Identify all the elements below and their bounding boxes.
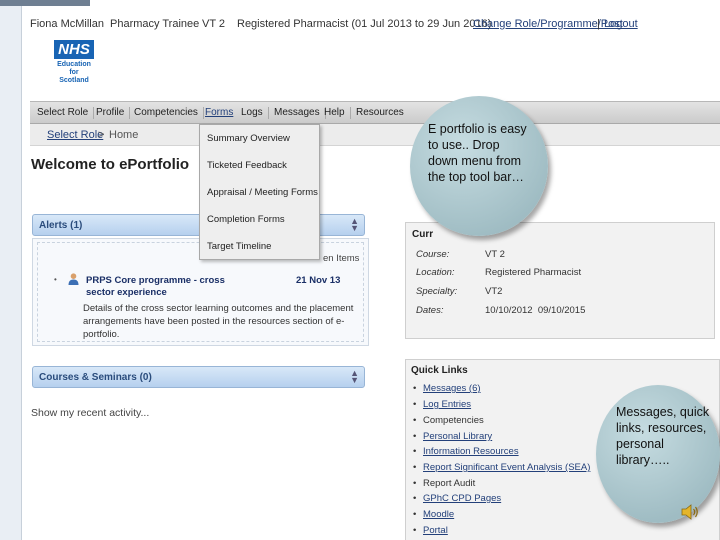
quick-link-report-sea[interactable]: Report Significant Event Analysis (SEA) xyxy=(423,462,590,473)
menu-item-target-timeline[interactable]: Target Timeline xyxy=(207,241,271,252)
annotation-text-bottom: Messages, quick links, resources, person… xyxy=(616,405,710,467)
detail-label: Location: xyxy=(416,267,455,278)
detail-value: VT2 xyxy=(485,286,503,297)
menu-item-ticketed-feedback[interactable]: Ticketed Feedback xyxy=(207,160,287,171)
quick-link-item[interactable]: • Messages (6) xyxy=(413,383,481,394)
detail-label: Course: xyxy=(416,249,450,260)
breadcrumb-home: Home xyxy=(109,129,139,141)
alert-bullet: • xyxy=(54,275,57,284)
courses-panel-header[interactable]: Courses & Seminars (0) ▲ ▼ xyxy=(32,366,365,388)
user-name: Fiona McMillan xyxy=(30,18,104,30)
quick-link-item[interactable]: • Moodle xyxy=(413,509,454,520)
speaker-icon[interactable] xyxy=(680,502,700,522)
nav-forms[interactable]: Forms xyxy=(205,107,238,119)
userbar-separator: | xyxy=(597,18,600,30)
quick-link-item[interactable]: • GPhC CPD Pages xyxy=(413,493,501,504)
annotation-text-top: E portfolio is easy to use.. Drop down m… xyxy=(428,122,527,184)
courses-header-label: Courses & Seminars (0) xyxy=(39,372,152,383)
quick-link-item[interactable]: • Portal xyxy=(413,525,448,536)
logo-line-1: Education xyxy=(57,61,91,68)
quick-link-portal[interactable]: Portal xyxy=(423,525,448,536)
breadcrumb: Select Role > Home xyxy=(30,124,720,146)
quick-link-item[interactable]: • Information Resources xyxy=(413,446,519,457)
nav-resources[interactable]: Resources xyxy=(356,107,409,119)
forms-dropdown-menu: Summary Overview Ticketed Feedback Appra… xyxy=(199,124,320,260)
user-programme: VT 2 xyxy=(202,18,226,30)
logout-link[interactable]: Logout xyxy=(604,18,638,30)
quick-link-item[interactable]: • Log Entries xyxy=(413,399,471,410)
show-recent-activity-link[interactable]: Show my recent activity... xyxy=(31,407,149,419)
menu-item-completion-forms[interactable]: Completion Forms xyxy=(207,214,285,225)
current-details-panel: Curr Course: VT 2 Location: Registered P… xyxy=(405,222,715,339)
window-title-fragment xyxy=(0,0,90,6)
nav-select-role[interactable]: Select Role xyxy=(37,107,95,119)
logo-line-2: for xyxy=(69,69,79,76)
quick-link-messages[interactable]: Messages (6) xyxy=(423,383,481,394)
quick-link-item[interactable]: • Report Audit xyxy=(413,478,475,489)
collapse-chevron-icon[interactable]: ▲ ▼ xyxy=(350,369,359,385)
quick-link-log-entries[interactable]: Log Entries xyxy=(423,399,471,410)
nav-messages[interactable]: Messages xyxy=(274,107,326,119)
hidden-items-link[interactable]: en Items xyxy=(323,253,359,264)
user-registration: Registered Pharmacist (01 Jul 2013 to 29… xyxy=(237,18,492,30)
detail-label: Dates: xyxy=(416,305,444,316)
quick-link-item[interactable]: • Personal Library xyxy=(413,431,492,442)
user-avatar-icon xyxy=(68,273,79,285)
detail-value: 10/10/2012 09/10/2015 xyxy=(485,305,586,316)
alerts-header-label: Alerts (1) xyxy=(39,220,83,231)
quick-link-personal-library[interactable]: Personal Library xyxy=(423,431,492,442)
quick-link-item[interactable]: • Report Significant Event Analysis (SEA) xyxy=(413,462,590,473)
detail-label: Specialty: xyxy=(416,286,458,297)
change-role-link[interactable]: Change Role/Programme/Post xyxy=(473,18,623,30)
nhs-logo-mark: NHS xyxy=(54,40,94,59)
window-left-edge xyxy=(0,0,22,540)
quick-link-information-resources[interactable]: Information Resources xyxy=(423,446,519,457)
quick-link-item[interactable]: • Competencies xyxy=(413,415,484,426)
user-role: Pharmacy Trainee xyxy=(110,18,200,30)
quick-link-moodle[interactable]: Moodle xyxy=(423,509,454,520)
user-bar: Fiona McMillan Pharmacy Trainee VT 2 Reg… xyxy=(30,16,710,34)
page-title: Welcome to ePortfolio xyxy=(31,156,190,173)
nav-help[interactable]: Help xyxy=(324,107,351,119)
menu-item-summary-overview[interactable]: Summary Overview xyxy=(207,133,290,144)
breadcrumb-separator: > xyxy=(98,129,105,141)
alert-title[interactable]: PRPS Core programme - cross sector exper… xyxy=(86,275,246,299)
alert-date: 21 Nov 13 xyxy=(296,275,341,286)
current-details-title: Curr xyxy=(412,229,434,240)
alert-body: Details of the cross sector learning out… xyxy=(83,303,354,340)
main-nav-bar: Select Role Profile Competencies Forms L… xyxy=(30,101,720,124)
breadcrumb-select-role[interactable]: Select Role xyxy=(47,129,103,141)
quick-link-competencies[interactable]: Competencies xyxy=(423,415,484,426)
collapse-chevron-icon[interactable]: ▲ ▼ xyxy=(350,217,359,233)
logo-line-3: Scotland xyxy=(59,77,89,84)
quick-link-gphc-cpd[interactable]: GPhC CPD Pages xyxy=(423,493,501,504)
nav-profile[interactable]: Profile xyxy=(96,107,131,119)
nav-competencies[interactable]: Competencies xyxy=(134,107,204,119)
quick-link-report-audit[interactable]: Report Audit xyxy=(423,478,475,489)
quick-links-title: Quick Links xyxy=(411,365,468,376)
nav-logs[interactable]: Logs xyxy=(241,107,269,119)
detail-value: VT 2 xyxy=(485,249,505,260)
nhs-education-scotland-logo: NHS Education for Scotland xyxy=(44,40,104,90)
detail-value: Registered Pharmacist xyxy=(485,267,582,278)
menu-item-appraisal-meeting-forms[interactable]: Appraisal / Meeting Forms xyxy=(207,187,318,198)
